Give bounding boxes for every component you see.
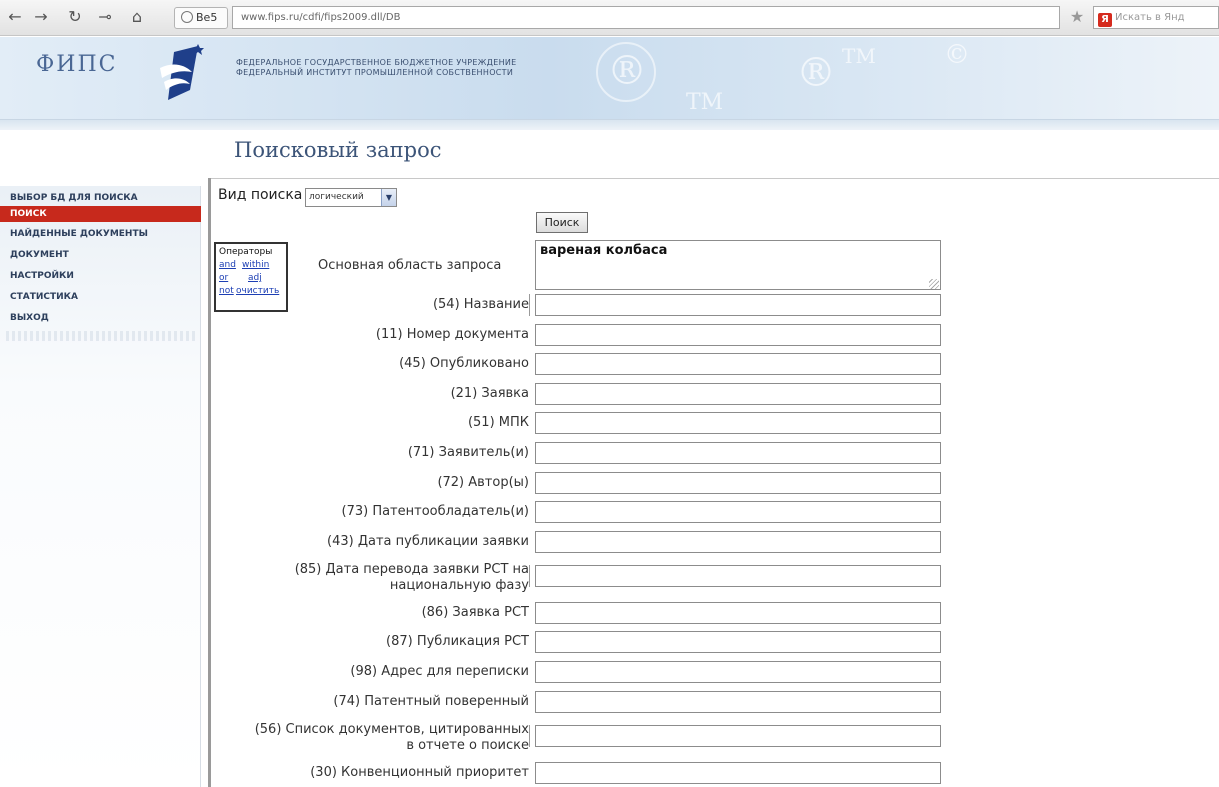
bookmark-star-icon[interactable]: ★: [1066, 6, 1088, 28]
tab-label: Ве5: [196, 11, 218, 24]
org-name-line2: ФЕДЕРАЛЬНЫЙ ИНСТИТУТ ПРОМЫШЛЕННОЙ СОБСТВ…: [236, 68, 514, 77]
clear-link[interactable]: очистить: [236, 286, 279, 296]
field-label-convention-priority: (30) Конвенционный приоритет: [310, 765, 529, 780]
field-author-input[interactable]: [535, 472, 941, 494]
key-icon[interactable]: ⊸: [94, 6, 116, 28]
sidebar-divider: [6, 331, 196, 341]
org-name-line1: ФЕДЕРАЛЬНОЕ ГОСУДАРСТВЕННОЕ БЮДЖЕТНОЕ УЧ…: [236, 58, 517, 67]
field-ipc-input[interactable]: [535, 412, 941, 434]
search-type-value: логический: [309, 192, 364, 202]
reload-icon[interactable]: ↻: [64, 6, 86, 28]
field-doc-number-input[interactable]: [535, 324, 941, 346]
nav-item-statistics[interactable]: СТАТИСТИКА: [0, 289, 201, 305]
content-top-border: [208, 178, 1219, 179]
field-label-pct-application: (86) Заявка PCT: [421, 605, 529, 620]
field-pct-publication-input[interactable]: [535, 631, 941, 653]
operator-not-link[interactable]: not: [219, 286, 234, 296]
field-correspondence-address-input[interactable]: [535, 661, 941, 683]
operator-and-link[interactable]: and: [219, 260, 236, 270]
watermark-registered: ®: [607, 48, 647, 94]
field-label-application: (21) Заявка: [450, 386, 529, 401]
field-label-pct-transfer-date-line2: национальную фазу: [389, 578, 529, 593]
nav-item-document[interactable]: ДОКУМЕНТ: [0, 247, 201, 263]
browser-toolbar: ← → ↻ ⊸ ⌂ Ве5 www.fips.ru/cdfi/fips2009.…: [0, 0, 1219, 36]
page-title: Поисковый запрос: [234, 138, 442, 162]
operator-or-link[interactable]: or: [219, 273, 228, 283]
header-strip: [0, 119, 1219, 130]
yandex-search-box[interactable]: Я Искать в Янд: [1093, 6, 1219, 29]
field-published-input[interactable]: [535, 353, 941, 375]
operator-within-link[interactable]: within: [242, 260, 269, 270]
field-pct-application-input[interactable]: [535, 602, 941, 624]
nav-item-settings[interactable]: НАСТРОЙКИ: [0, 268, 201, 284]
field-app-pub-date-input[interactable]: [535, 531, 941, 553]
main-query-textarea[interactable]: [535, 240, 941, 290]
yandex-icon: Я: [1098, 13, 1112, 27]
label-separator: [529, 725, 530, 747]
field-label-published: (45) Опубликовано: [399, 356, 529, 371]
nav-item-select-db[interactable]: ВЫБОР БД ДЛЯ ПОИСКА: [0, 190, 201, 206]
field-cited-docs-input[interactable]: [535, 725, 941, 747]
operators-panel: Операторы and within or adj not очистить: [214, 242, 288, 312]
field-label-applicant: (71) Заявитель(и): [407, 445, 529, 460]
resize-grip-icon[interactable]: [929, 279, 939, 289]
field-title-input[interactable]: [535, 294, 941, 316]
field-label-patent-attorney: (74) Патентный поверенный: [333, 694, 529, 709]
watermark-registered-2: ®: [796, 50, 836, 96]
label-separator: [529, 294, 530, 316]
field-patent-owner-input[interactable]: [535, 501, 941, 523]
main-query-label: Основная область запроса: [318, 258, 502, 273]
search-button[interactable]: Поиск: [536, 212, 588, 233]
search-type-label: Вид поиска: [218, 187, 303, 203]
field-label-ipc: (51) МПК: [467, 415, 529, 430]
globe-icon: [181, 11, 193, 23]
field-patent-attorney-input[interactable]: [535, 691, 941, 713]
field-label-title: (54) Название: [432, 297, 529, 312]
field-label-pct-publication: (87) Публикация PCT: [386, 634, 529, 649]
forward-icon[interactable]: →: [30, 6, 52, 28]
field-label-author: (72) Автор(ы): [437, 475, 529, 490]
chevron-down-icon[interactable]: ▼: [381, 189, 396, 206]
field-label-correspondence-address: (98) Адрес для переписки: [350, 664, 529, 679]
operator-adj-link[interactable]: adj: [248, 273, 262, 283]
yandex-placeholder: Искать в Янд: [1115, 12, 1185, 23]
operators-title: Операторы: [219, 247, 273, 257]
back-icon[interactable]: ←: [4, 6, 26, 28]
field-label-patent-owner: (73) Патентообладатель(и): [341, 504, 530, 519]
address-bar[interactable]: www.fips.ru/cdfi/fips2009.dll/DB: [232, 6, 1060, 29]
search-type-select[interactable]: логический ▼: [305, 188, 397, 207]
label-separator: [529, 565, 530, 587]
nav-item-exit[interactable]: ВЫХОД: [0, 310, 201, 326]
field-label-cited-docs-line2: в отчете о поиске: [406, 738, 529, 753]
field-convention-priority-input[interactable]: [535, 762, 941, 784]
content-left-border: [208, 178, 211, 787]
site-logo-text[interactable]: ФИПС: [36, 52, 117, 77]
field-label-app-pub-date: (43) Дата публикации заявки: [327, 534, 529, 549]
nav-item-search[interactable]: ПОИСК: [0, 206, 201, 222]
tab-chip[interactable]: Ве5: [174, 7, 228, 29]
sidebar: ВЫБОР БД ДЛЯ ПОИСКА ПОИСК НАЙДЕННЫЕ ДОКУ…: [0, 186, 201, 787]
field-label-cited-docs-line1: (56) Список документов, цитированных: [254, 722, 529, 737]
fips-emblem-icon: [160, 44, 204, 100]
field-label-doc-number: (11) Номер документа: [375, 327, 529, 342]
watermark-tm: TM: [686, 90, 724, 115]
field-application-input[interactable]: [535, 383, 941, 405]
field-label-pct-transfer-date-line1: (85) Дата перевода заявки PCT на: [294, 562, 529, 577]
watermark-copyright: ©: [944, 40, 970, 70]
watermark-tm-2: TM: [842, 44, 876, 68]
field-pct-transfer-date-input[interactable]: [535, 565, 941, 587]
field-applicant-input[interactable]: [535, 442, 941, 464]
home-icon[interactable]: ⌂: [126, 6, 148, 28]
nav-item-found-docs[interactable]: НАЙДЕННЫЕ ДОКУМЕНТЫ: [0, 226, 201, 242]
